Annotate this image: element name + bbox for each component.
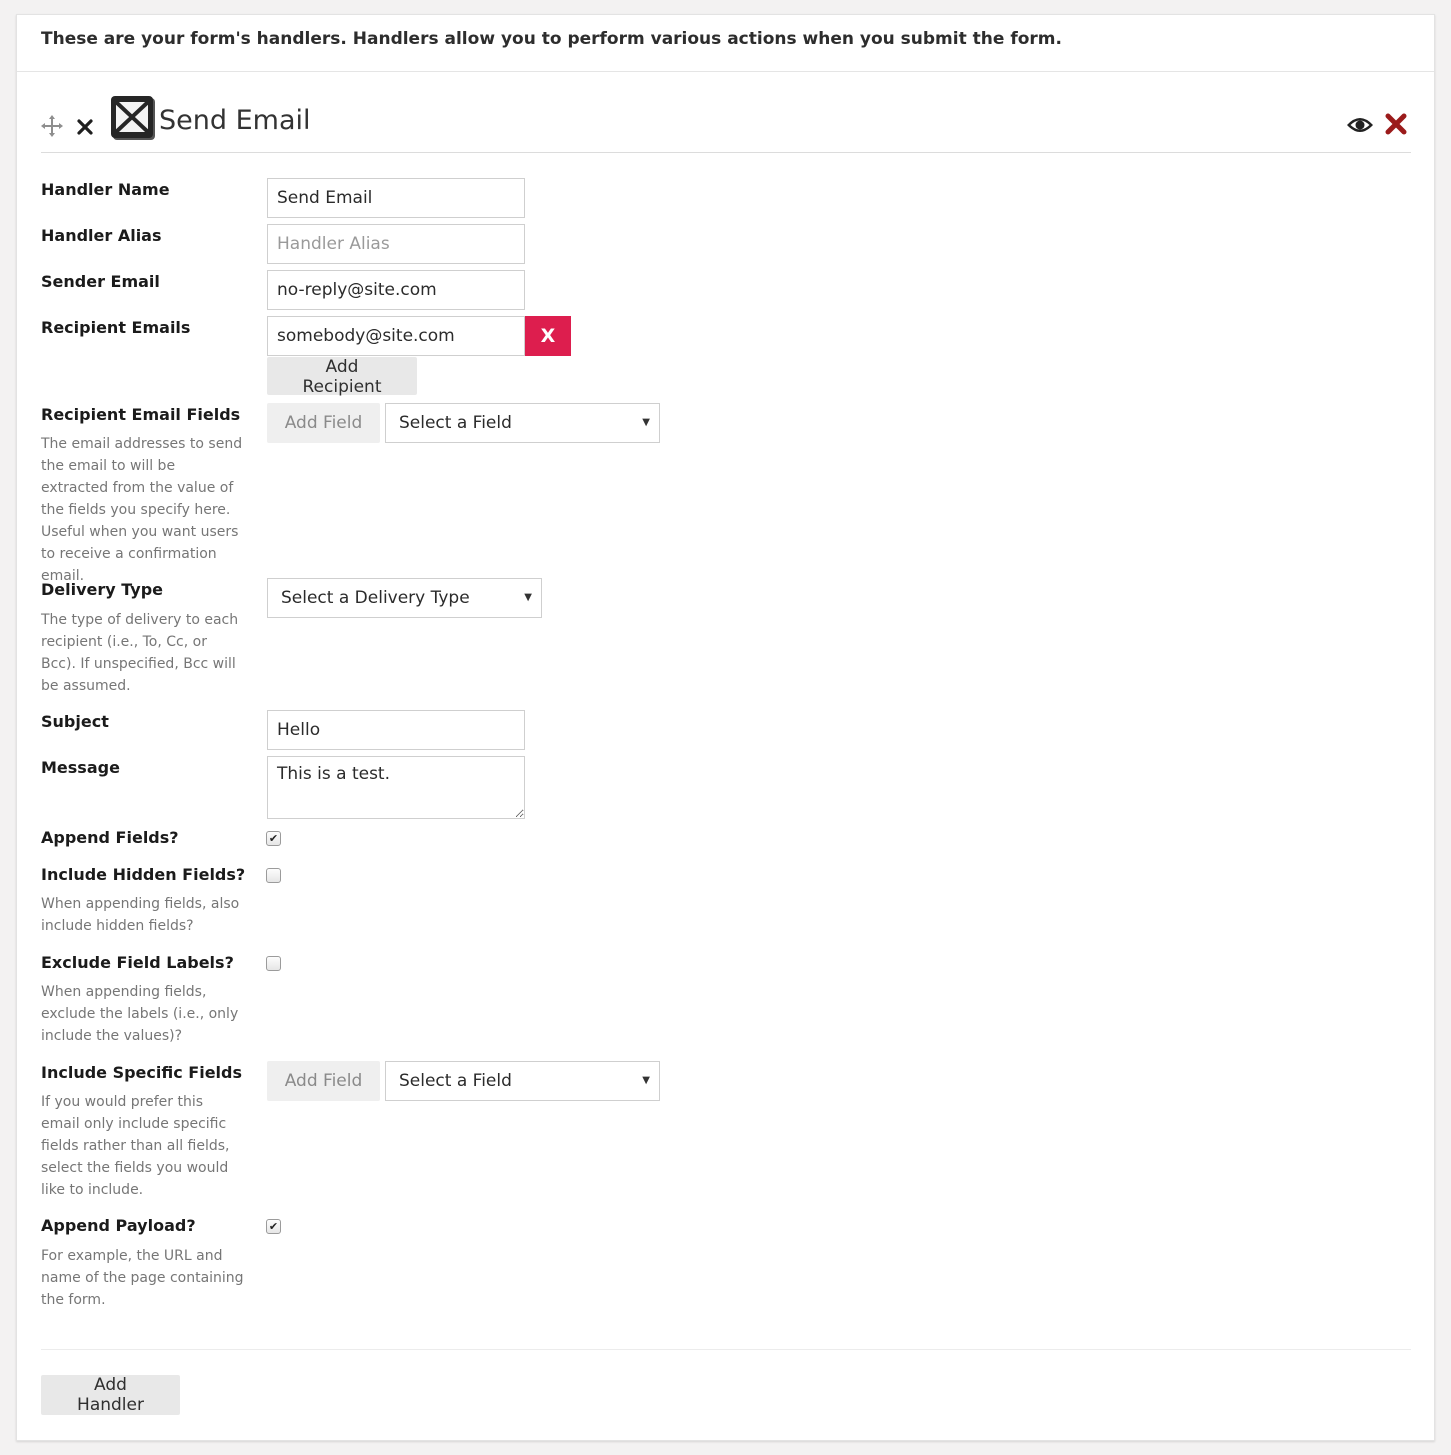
recipient-field-select[interactable]: Select a Field ▼ (385, 403, 660, 443)
include-hidden-fields-hint: When appending fields, also include hidd… (41, 896, 240, 934)
move-icon[interactable] (41, 115, 63, 137)
recipient-email-fields-hint: The email addresses to send the email to… (41, 436, 243, 584)
subject-input[interactable] (267, 710, 525, 750)
handler-alias-input[interactable] (267, 224, 525, 264)
exclude-field-labels-checkbox[interactable] (266, 956, 281, 971)
sender-email-label: Sender Email (41, 272, 160, 291)
include-hidden-fields-label: Include Hidden Fields? (41, 865, 246, 884)
delivery-type-hint: The type of delivery to each recipient (… (41, 612, 239, 694)
add-recipient-button[interactable]: Add Recipient (267, 357, 417, 397)
handler-alias-label: Handler Alias (41, 226, 162, 245)
append-payload-label: Append Payload? (41, 1216, 196, 1235)
add-recipient-field-button[interactable]: Add Field (267, 403, 380, 443)
message-textarea[interactable]: This is a test. (267, 756, 525, 819)
divider (41, 1349, 1411, 1350)
sender-email-input[interactable] (267, 270, 525, 310)
include-specific-fields-label: Include Specific Fields (41, 1063, 243, 1082)
recipient-email-fields-label: Recipient Email Fields (41, 405, 241, 424)
exclude-field-labels-hint: When appending fields, exclude the label… (41, 984, 239, 1044)
include-hidden-fields-checkbox[interactable] (266, 868, 281, 883)
message-label: Message (41, 758, 120, 777)
handlers-intro: These are your form's handlers. Handlers… (17, 15, 1434, 72)
delete-icon[interactable] (1384, 111, 1408, 137)
add-specific-field-button[interactable]: Add Field (267, 1061, 380, 1101)
delivery-type-label: Delivery Type (41, 580, 164, 599)
handler-title: Send Email (159, 105, 311, 136)
close-icon[interactable] (75, 115, 95, 137)
delivery-type-select[interactable]: Select a Delivery Type ▼ (267, 578, 542, 618)
delivery-type-select-value: Select a Delivery Type (281, 588, 470, 608)
append-payload-hint: For example, the URL and name of the pag… (41, 1248, 244, 1308)
remove-recipient-button[interactable]: X (525, 316, 571, 356)
recipient-email-input[interactable] (267, 316, 525, 356)
handler-name-input[interactable] (267, 178, 525, 218)
specific-field-select[interactable]: Select a Field ▼ (385, 1061, 660, 1101)
add-handler-button[interactable]: Add Handler (41, 1375, 180, 1415)
handler-name-label: Handler Name (41, 180, 170, 199)
specific-field-select-value: Select a Field (399, 1071, 512, 1091)
recipient-field-select-value: Select a Field (399, 413, 512, 433)
recipient-emails-label: Recipient Emails (41, 318, 191, 337)
append-fields-label: Append Fields? (41, 828, 179, 847)
eye-icon[interactable] (1346, 115, 1374, 135)
include-specific-fields-hint: If you would prefer this email only incl… (41, 1094, 230, 1198)
handler-header: Send Email (41, 95, 1411, 153)
caret-down-icon: ▼ (642, 417, 650, 428)
mail-icon (110, 95, 158, 143)
exclude-field-labels-label: Exclude Field Labels? (41, 953, 234, 972)
append-fields-checkbox[interactable]: ✔ (266, 831, 281, 846)
caret-down-icon: ▼ (524, 592, 532, 603)
append-payload-checkbox[interactable]: ✔ (266, 1219, 281, 1234)
handlers-panel: These are your form's handlers. Handlers… (16, 14, 1435, 1441)
caret-down-icon: ▼ (642, 1075, 650, 1086)
subject-label: Subject (41, 712, 109, 731)
